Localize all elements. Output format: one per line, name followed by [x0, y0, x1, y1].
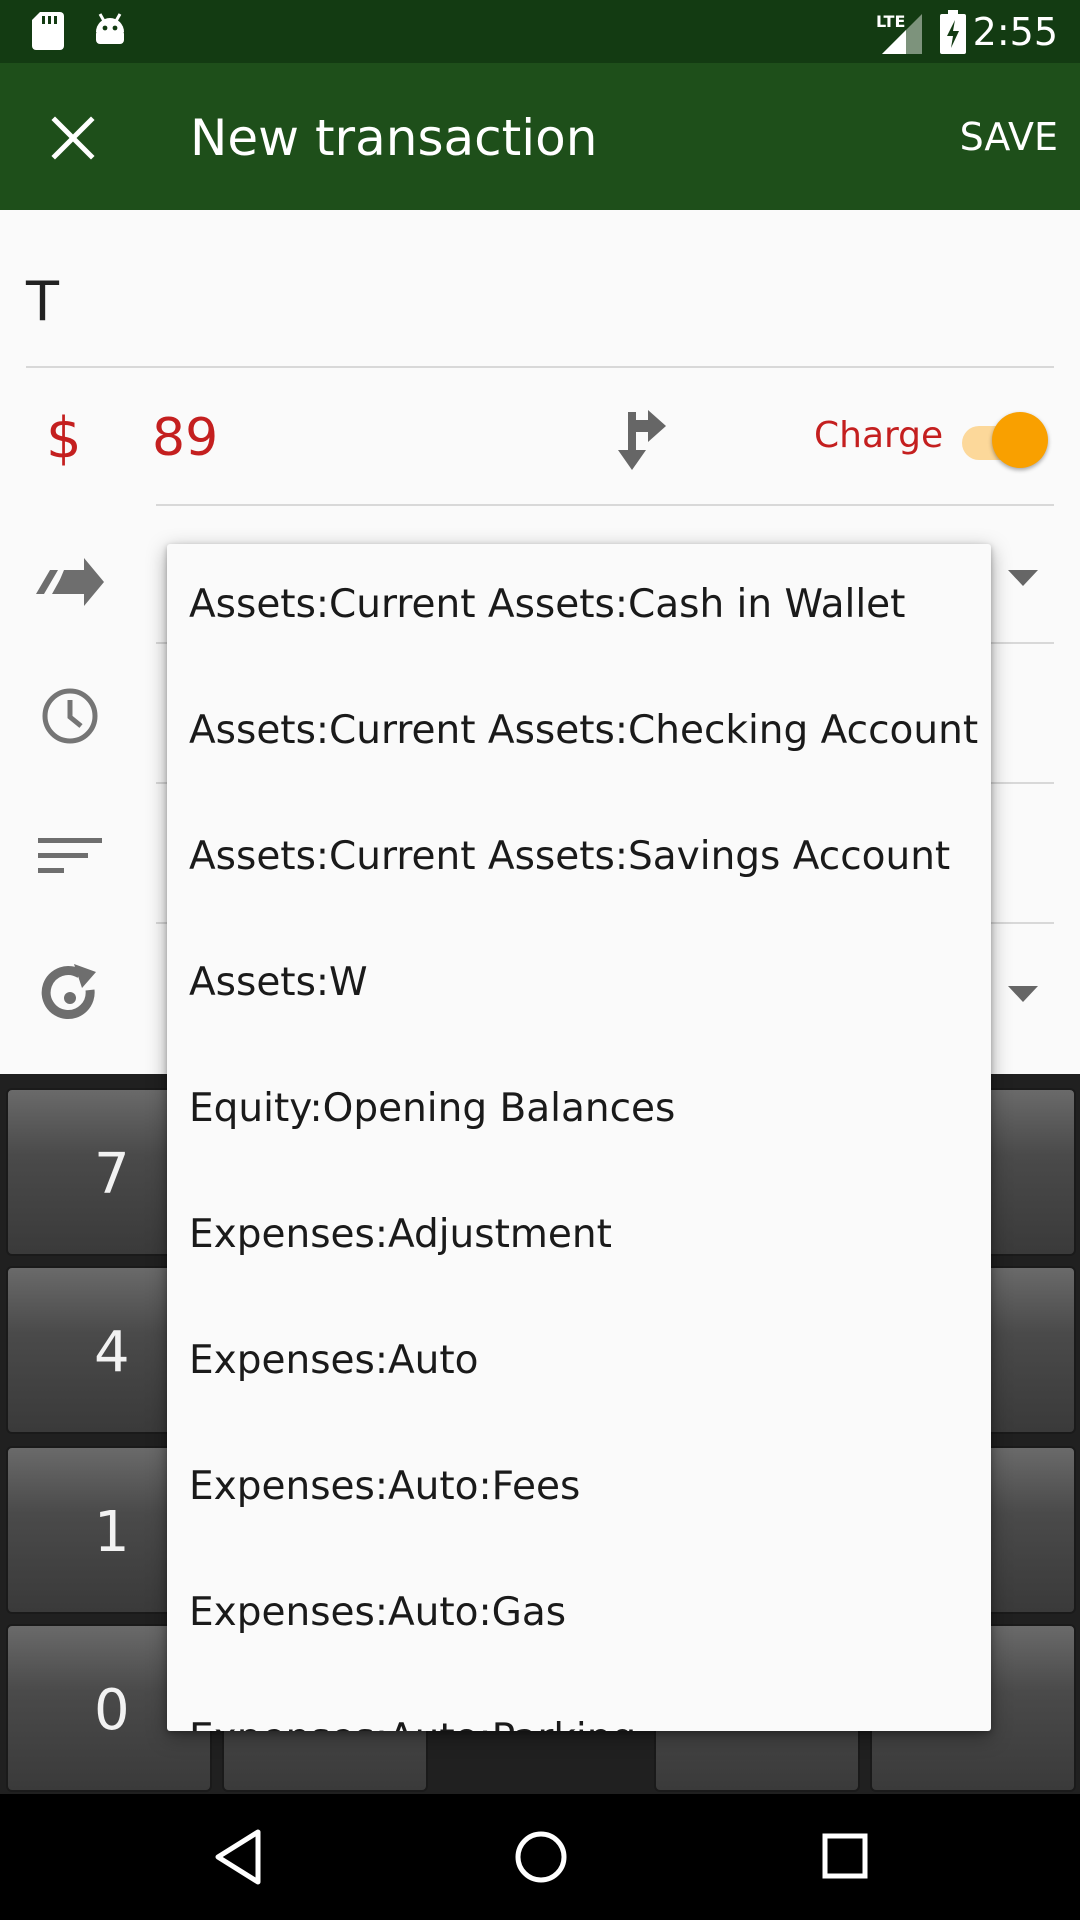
amount-input[interactable]: 89 — [152, 408, 218, 468]
navigation-bar — [0, 1794, 1080, 1920]
sd-card-icon — [32, 12, 64, 50]
recurrence-icon — [41, 964, 96, 1019]
chevron-down-icon[interactable] — [1008, 570, 1038, 586]
chevron-down-icon[interactable] — [1008, 986, 1038, 1002]
recents-icon[interactable] — [820, 1822, 870, 1892]
currency-symbol[interactable]: $ — [46, 406, 82, 471]
divider — [156, 504, 1054, 506]
android-icon — [96, 13, 124, 44]
dropdown-item[interactable]: Assets:Current Assets:Cash in Wallet — [167, 544, 991, 670]
app-toolbar: New transaction SAVE — [0, 63, 1080, 210]
save-button[interactable]: SAVE — [960, 111, 1058, 163]
status-bar: LTE 2:55 — [0, 0, 1080, 63]
dropdown-item[interactable]: Expenses:Auto — [167, 1300, 991, 1426]
home-icon[interactable] — [514, 1822, 568, 1892]
description-field[interactable]: T — [26, 270, 59, 333]
clock-icon — [42, 688, 98, 744]
back-icon[interactable] — [210, 1822, 266, 1892]
split-icon[interactable] — [612, 406, 668, 472]
dropdown-item[interactable]: Assets:Current Assets:Savings Account — [167, 796, 991, 922]
page-title: New transaction — [190, 109, 598, 167]
dropdown-item[interactable]: Assets:Current Assets:Checking Account — [167, 670, 991, 796]
charge-label: Charge — [814, 415, 944, 456]
clock-time: 2:55 — [972, 10, 1058, 54]
dropdown-item[interactable]: Expenses:Auto:Parking — [167, 1678, 991, 1731]
dropdown-item[interactable]: Expenses:Adjustment — [167, 1174, 991, 1300]
battery-charging-icon — [940, 10, 966, 54]
divider — [26, 366, 1054, 368]
charge-toggle[interactable] — [962, 412, 1052, 470]
dropdown-item[interactable]: Equity:Opening Balances — [167, 1048, 991, 1174]
dropdown-item[interactable]: Expenses:Auto:Gas — [167, 1552, 991, 1678]
signal-icon — [882, 14, 922, 54]
transfer-arrow-icon — [36, 558, 104, 606]
account-dropdown-popup: Assets:Current Assets:Cash in Wallet Ass… — [167, 544, 991, 1731]
dropdown-item[interactable]: Expenses:Auto:Fees — [167, 1426, 991, 1552]
close-icon[interactable] — [40, 105, 106, 171]
notes-icon — [38, 838, 102, 873]
dropdown-item[interactable]: Assets:W — [167, 922, 991, 1048]
